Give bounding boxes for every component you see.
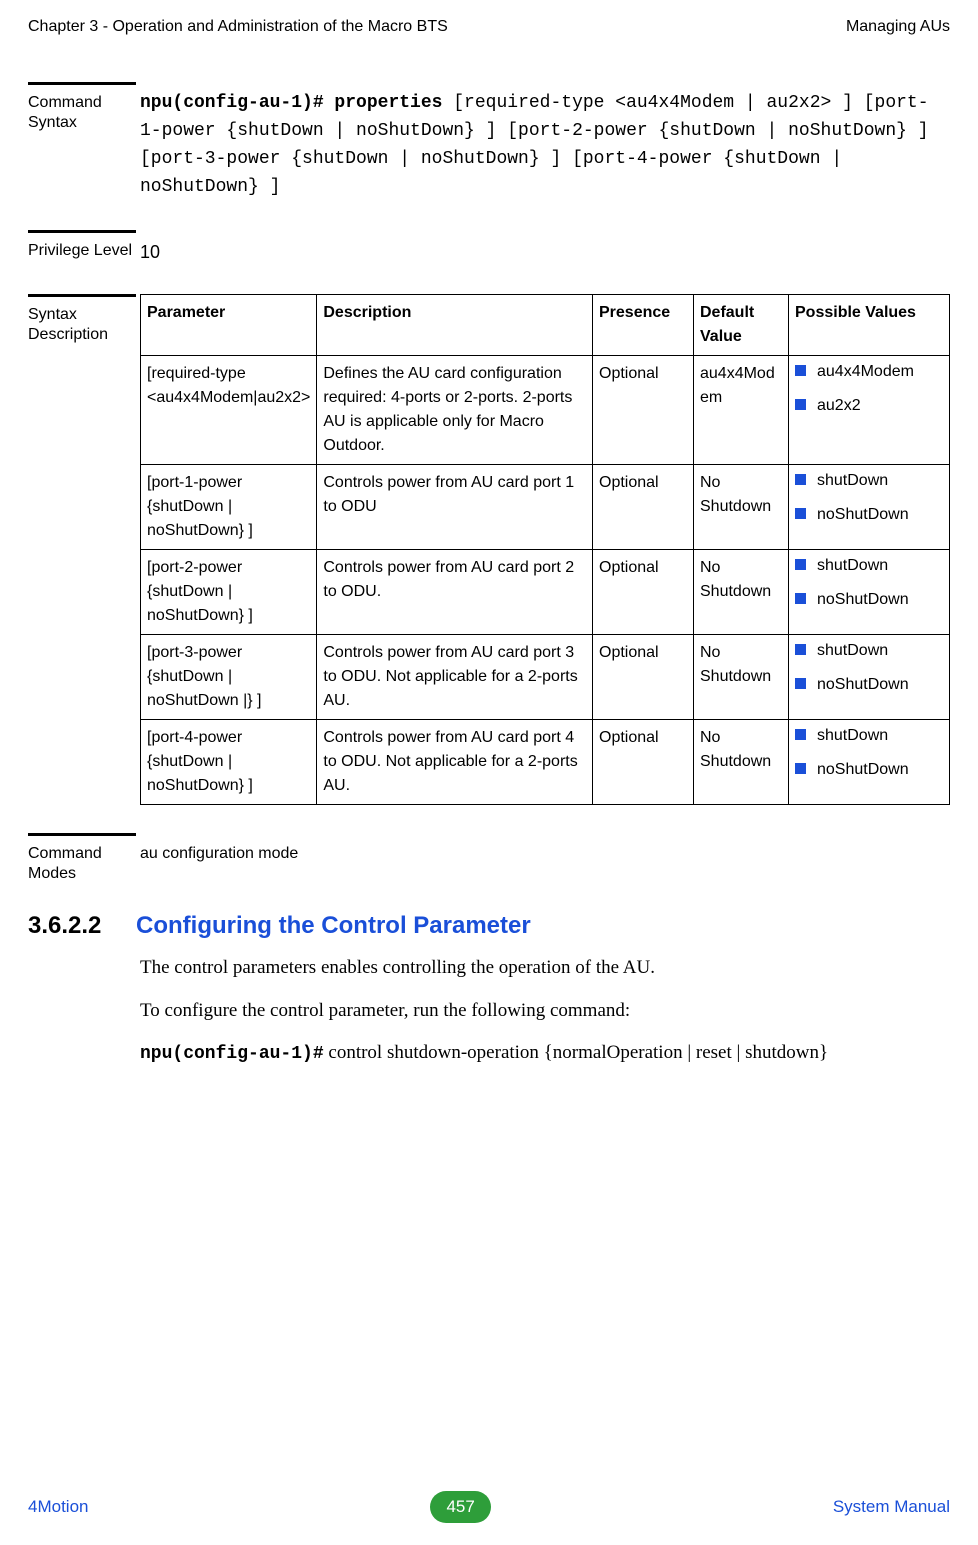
parameters-table: Parameter Description Presence Default V… [140,294,950,805]
page-number-badge: 457 [430,1491,490,1523]
list-item: shutDown [795,471,943,490]
list-item: shutDown [795,556,943,575]
footer-right: System Manual [833,1497,950,1517]
th-default: Default Value [694,295,789,356]
command-syntax-bold: npu(config-au-1)# properties [140,93,442,113]
page-header: Chapter 3 - Operation and Administration… [0,0,978,42]
page-footer: 4Motion 457 System Manual [28,1491,950,1523]
cell-default: No Shutdown [694,635,789,720]
privilege-level-label: Privilege Level [28,230,136,261]
cell-desc: Defines the AU card configuration requir… [317,356,593,465]
list-item: au2x2 [795,396,943,415]
cell-presence: Optional [593,635,694,720]
cell-presence: Optional [593,720,694,805]
header-right: Managing AUs [846,18,950,36]
cell-default: No Shutdown [694,720,789,805]
cell-param: [port-2-power {shutDown | noShutDown} ] [141,550,317,635]
cell-possible: shutDown noShutDown [789,720,950,805]
command-bold: npu(config-au-1)# [140,1044,324,1064]
cell-possible: au4x4Modem au2x2 [789,356,950,465]
table-row: [port-1-power {shutDown | noShutDown} ] … [141,465,950,550]
cell-param: [port-4-power {shutDown | noShutDown} ] [141,720,317,805]
cell-desc: Controls power from AU card port 3 to OD… [317,635,593,720]
command-modes-label: Command Modes [28,833,136,884]
cell-param: [required-type <au4x4Modem|au2x2> [141,356,317,465]
th-parameter: Parameter [141,295,317,356]
command-syntax-block: Command Syntax npu(config-au-1)# propert… [28,82,950,202]
cell-desc: Controls power from AU card port 4 to OD… [317,720,593,805]
command-modes-value: au configuration mode [136,833,950,867]
th-presence: Presence [593,295,694,356]
section-title: Configuring the Control Parameter [136,912,531,940]
footer-left: 4Motion [28,1497,88,1517]
cell-param: [port-3-power {shutDown | noShutDown |} … [141,635,317,720]
cell-possible: shutDown noShutDown [789,635,950,720]
body-paragraph: To configure the control parameter, run … [140,997,950,1026]
cell-desc: Controls power from AU card port 2 to OD… [317,550,593,635]
list-item: noShutDown [795,675,943,694]
table-row: [port-4-power {shutDown | noShutDown} ] … [141,720,950,805]
cell-possible: shutDown noShutDown [789,550,950,635]
page-content: Command Syntax npu(config-au-1)# propert… [0,42,978,1069]
section-number: 3.6.2.2 [28,912,136,940]
syntax-description-label: Syntax Description [28,294,136,345]
cell-possible: shutDown noShutDown [789,465,950,550]
cell-desc: Controls power from AU card port 1 to OD… [317,465,593,550]
section-heading: 3.6.2.2 Configuring the Control Paramete… [28,912,950,940]
command-syntax-body: npu(config-au-1)# properties [required-t… [136,82,950,202]
list-item: noShutDown [795,760,943,779]
header-left: Chapter 3 - Operation and Administration… [28,18,448,36]
privilege-level-block: Privilege Level 10 [28,230,950,267]
command-line: npu(config-au-1)# control shutdown-opera… [140,1039,950,1069]
command-rest: control shutdown-operation {normalOperat… [324,1042,828,1063]
command-modes-block: Command Modes au configuration mode [28,833,950,884]
cell-default: au4x4Modem [694,356,789,465]
list-item: noShutDown [795,590,943,609]
list-item: shutDown [795,726,943,745]
table-header-row: Parameter Description Presence Default V… [141,295,950,356]
th-possible: Possible Values [789,295,950,356]
table-row: [port-3-power {shutDown | noShutDown |} … [141,635,950,720]
th-description: Description [317,295,593,356]
syntax-description-body: Parameter Description Presence Default V… [136,294,950,805]
cell-presence: Optional [593,550,694,635]
body-paragraph: The control parameters enables controlli… [140,954,950,983]
list-item: au4x4Modem [795,362,943,381]
table-row: [port-2-power {shutDown | noShutDown} ] … [141,550,950,635]
command-syntax-label: Command Syntax [28,82,136,133]
cell-presence: Optional [593,356,694,465]
list-item: noShutDown [795,505,943,524]
cell-param: [port-1-power {shutDown | noShutDown} ] [141,465,317,550]
cell-default: No Shutdown [694,465,789,550]
syntax-description-block: Syntax Description Parameter Description… [28,294,950,805]
cell-default: No Shutdown [694,550,789,635]
cell-presence: Optional [593,465,694,550]
table-row: [required-type <au4x4Modem|au2x2> Define… [141,356,950,465]
list-item: shutDown [795,641,943,660]
privilege-level-value: 10 [136,230,950,267]
